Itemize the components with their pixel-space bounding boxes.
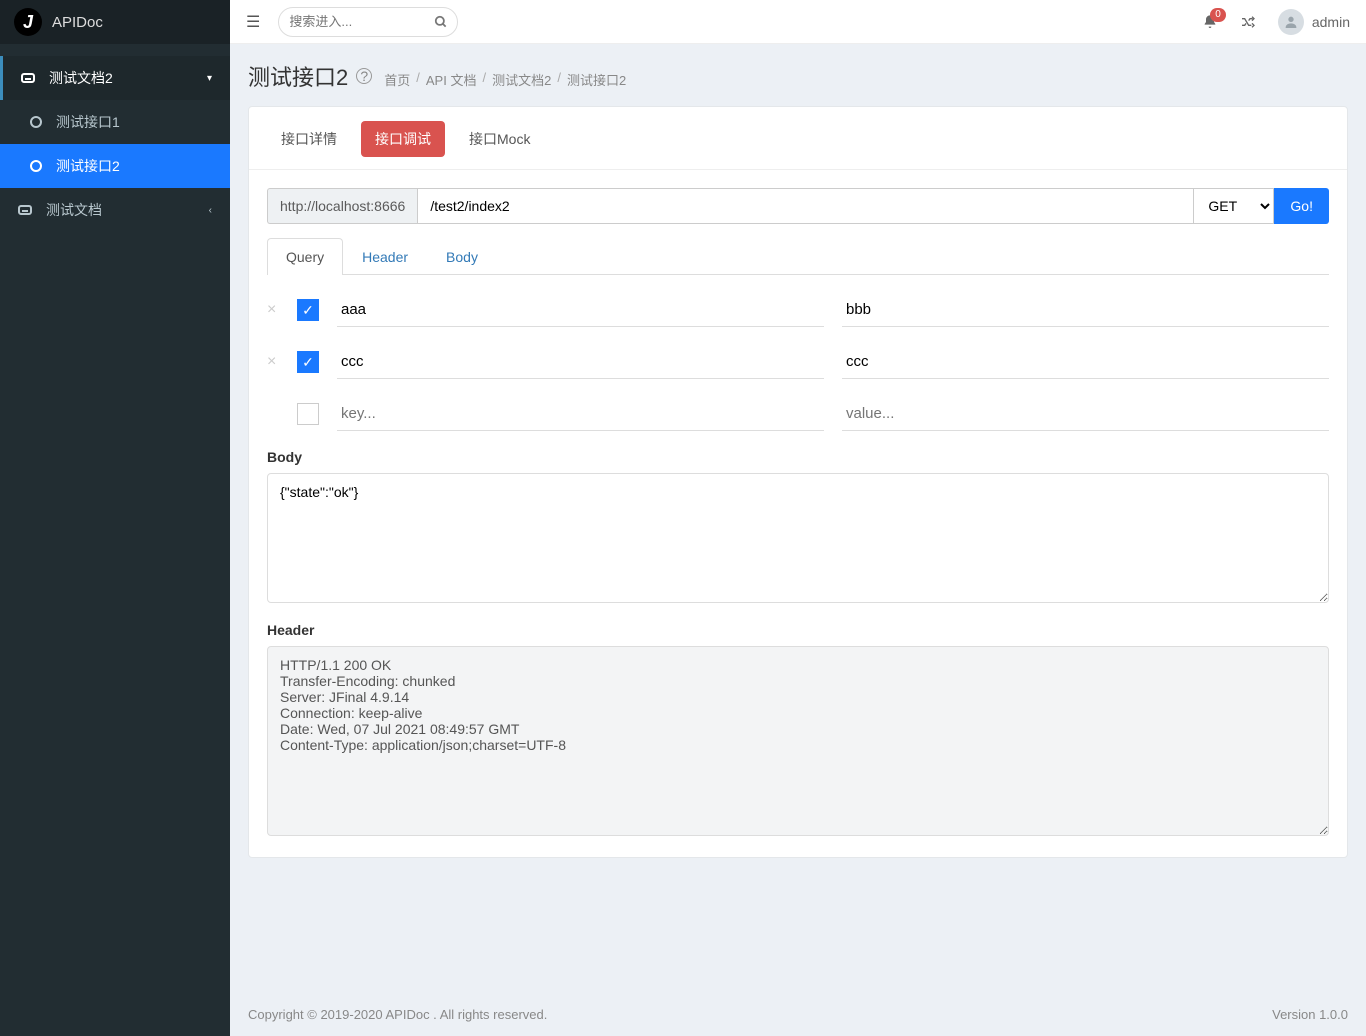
help-icon[interactable]: ? (356, 68, 372, 84)
sidebar-item-doc2[interactable]: 测试文档2 ▾ (0, 56, 230, 100)
logo-icon: J (14, 8, 42, 36)
sidebar-menu: 测试文档2 ▾ 测试接口1 测试接口2 测试文档 ‹ (0, 44, 230, 232)
search-wrap (278, 7, 458, 37)
search-input[interactable] (278, 7, 458, 37)
main-tabs: 接口详情 接口调试 接口Mock (249, 107, 1347, 170)
subtab-header[interactable]: Header (343, 238, 427, 275)
sidebar-item-iface1[interactable]: 测试接口1 (0, 100, 230, 144)
topbar: ☰ 0 admin (230, 0, 1366, 44)
sidebar-item-iface2[interactable]: 测试接口2 (0, 144, 230, 188)
param-value-input[interactable] (842, 293, 1329, 327)
header-section-label: Header (267, 622, 1329, 638)
url-row: http://localhost:8666 GET Go! (267, 188, 1329, 224)
url-base-label: http://localhost:8666 (267, 188, 417, 224)
notifications-badge: 0 (1210, 8, 1226, 22)
footer: Copyright © 2019-2020 APIDoc . All right… (230, 993, 1366, 1036)
breadcrumb-api[interactable]: API 文档 (426, 70, 477, 89)
shuffle-icon[interactable] (1240, 14, 1256, 30)
sidebar-item-label: 测试接口2 (56, 156, 120, 176)
sidebar-item-label: 测试文档2 (49, 68, 113, 88)
param-row: × ✓ (267, 345, 1329, 379)
tab-debug[interactable]: 接口调试 (361, 121, 445, 157)
dashboard-icon (18, 205, 32, 215)
go-button[interactable]: Go! (1274, 188, 1329, 224)
breadcrumb-doc2[interactable]: 测试文档2 (492, 70, 551, 89)
method-select[interactable]: GET (1194, 188, 1274, 224)
user-menu[interactable]: admin (1278, 9, 1350, 35)
breadcrumb-iface2: 测试接口2 (567, 70, 626, 89)
sidebar-item-doc[interactable]: 测试文档 ‹ (0, 188, 230, 232)
param-key-input[interactable] (337, 293, 824, 327)
response-header-textarea[interactable] (267, 646, 1329, 836)
circle-icon (30, 116, 42, 128)
panel-body: http://localhost:8666 GET Go! Query Head… (249, 170, 1347, 857)
page-title-wrap: 测试接口2 ? (248, 60, 372, 92)
param-checkbox[interactable]: ✓ (297, 351, 319, 373)
param-checkbox[interactable] (297, 403, 319, 425)
menu-toggle-button[interactable]: ☰ (246, 12, 260, 32)
param-key-input[interactable] (337, 345, 824, 379)
footer-copyright: Copyright © 2019-2020 APIDoc . All right… (248, 1007, 547, 1022)
dashboard-icon (21, 73, 35, 83)
brand-name: APIDoc (52, 14, 103, 31)
breadcrumb-home[interactable]: 首页 (384, 70, 410, 89)
response-body-textarea[interactable] (267, 473, 1329, 603)
sidebar: J APIDoc 测试文档2 ▾ 测试接口1 测试接口2 测试文档 ‹ (0, 0, 230, 1036)
chevron-down-icon: ▾ (207, 73, 212, 84)
username-label: admin (1312, 14, 1350, 30)
page-title: 测试接口2 (248, 60, 348, 92)
tab-detail[interactable]: 接口详情 (267, 121, 351, 157)
breadcrumb: 首页 / API 文档 / 测试文档2 / 测试接口2 (384, 70, 626, 89)
body-section-label: Body (267, 449, 1329, 465)
content: 测试接口2 ? 首页 / API 文档 / 测试文档2 / 测试接口2 接口详情… (230, 44, 1366, 993)
panel: 接口详情 接口调试 接口Mock http://localhost:8666 G… (248, 106, 1348, 858)
param-key-input[interactable] (337, 397, 824, 431)
circle-icon (30, 160, 42, 172)
main: ☰ 0 admin 测试接口2 (230, 0, 1366, 1036)
sidebar-item-label: 测试接口1 (56, 112, 120, 132)
remove-row-button[interactable]: × (267, 353, 279, 371)
tab-mock[interactable]: 接口Mock (455, 121, 544, 157)
notifications-button[interactable]: 0 (1202, 14, 1218, 30)
url-path-input[interactable] (417, 188, 1194, 224)
page-header: 测试接口2 ? 首页 / API 文档 / 测试文档2 / 测试接口2 (248, 60, 1348, 92)
param-checkbox[interactable]: ✓ (297, 299, 319, 321)
param-value-input[interactable] (842, 345, 1329, 379)
subtab-query[interactable]: Query (267, 238, 343, 275)
sidebar-item-label: 测试文档 (46, 200, 102, 220)
param-tabs: Query Header Body (267, 238, 1329, 275)
param-row: × (267, 397, 1329, 431)
param-row: × ✓ (267, 293, 1329, 327)
sidebar-header: J APIDoc (0, 0, 230, 44)
chevron-left-icon: ‹ (209, 205, 212, 216)
remove-row-button[interactable]: × (267, 301, 279, 319)
avatar-icon (1278, 9, 1304, 35)
subtab-body[interactable]: Body (427, 238, 497, 275)
param-value-input[interactable] (842, 397, 1329, 431)
footer-version: Version 1.0.0 (1272, 1007, 1348, 1022)
search-icon[interactable] (434, 15, 448, 29)
topbar-right: 0 admin (1202, 9, 1350, 35)
